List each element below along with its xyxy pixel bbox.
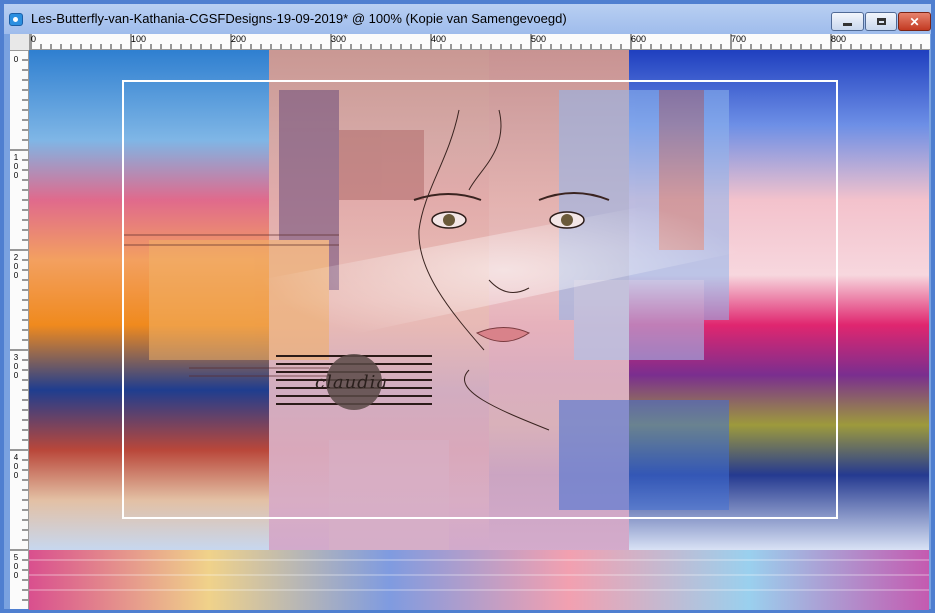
image-window: Les-Butterfly-van-Kathania-CGSFDesigns-1…: [0, 0, 935, 613]
ruler-label: 0: [31, 34, 37, 44]
close-button[interactable]: ✕: [898, 12, 931, 31]
artwork: [29, 50, 929, 610]
ruler-corner: [10, 34, 30, 51]
title-bar[interactable]: Les-Butterfly-van-Kathania-CGSFDesigns-1…: [4, 4, 931, 34]
ruler-label: 300: [331, 34, 347, 44]
image-canvas[interactable]: claudia: [29, 50, 929, 610]
ruler-label: 700: [731, 34, 747, 44]
horizontal-ruler[interactable]: 0 100 200 300 400 500 600 700 800: [10, 34, 930, 50]
bottom-reflection: [29, 550, 929, 610]
maximize-icon: [876, 18, 886, 25]
ruler-label: 400: [431, 34, 447, 44]
overlay-block: [329, 440, 449, 550]
maximize-button[interactable]: [865, 12, 897, 31]
ruler-label: 1 0 0: [13, 153, 19, 180]
vertical-ruler-ticks: [10, 49, 28, 601]
ruler-label: 800: [831, 34, 847, 44]
overlay-block: [574, 280, 704, 360]
right-iris: [561, 214, 573, 226]
ruler-label: 600: [631, 34, 647, 44]
ruler-label: 100: [131, 34, 147, 44]
ruler-label: 0: [13, 55, 19, 64]
minimize-button[interactable]: [831, 12, 864, 31]
vertical-ruler[interactable]: 0 1 0 0 2 0 0 3 0 0 4 0 0 5 0 0: [10, 49, 29, 609]
ruler-label: 500: [531, 34, 547, 44]
horizontal-ruler-ticks: [30, 34, 922, 49]
ruler-label: 4 0 0: [13, 453, 19, 480]
window-title: Les-Butterfly-van-Kathania-CGSFDesigns-1…: [31, 11, 567, 26]
ruler-label: 200: [231, 34, 247, 44]
ruler-label: 5 0 0: [13, 553, 19, 580]
document-icon: [9, 13, 23, 26]
overlay-block: [559, 400, 729, 510]
ruler-label: 2 0 0: [13, 253, 19, 280]
ruler-label: 3 0 0: [13, 353, 19, 380]
watermark-signature: claudia: [315, 372, 389, 393]
minimize-icon: [843, 23, 852, 26]
close-icon: ✕: [909, 14, 920, 29]
left-iris: [443, 214, 455, 226]
